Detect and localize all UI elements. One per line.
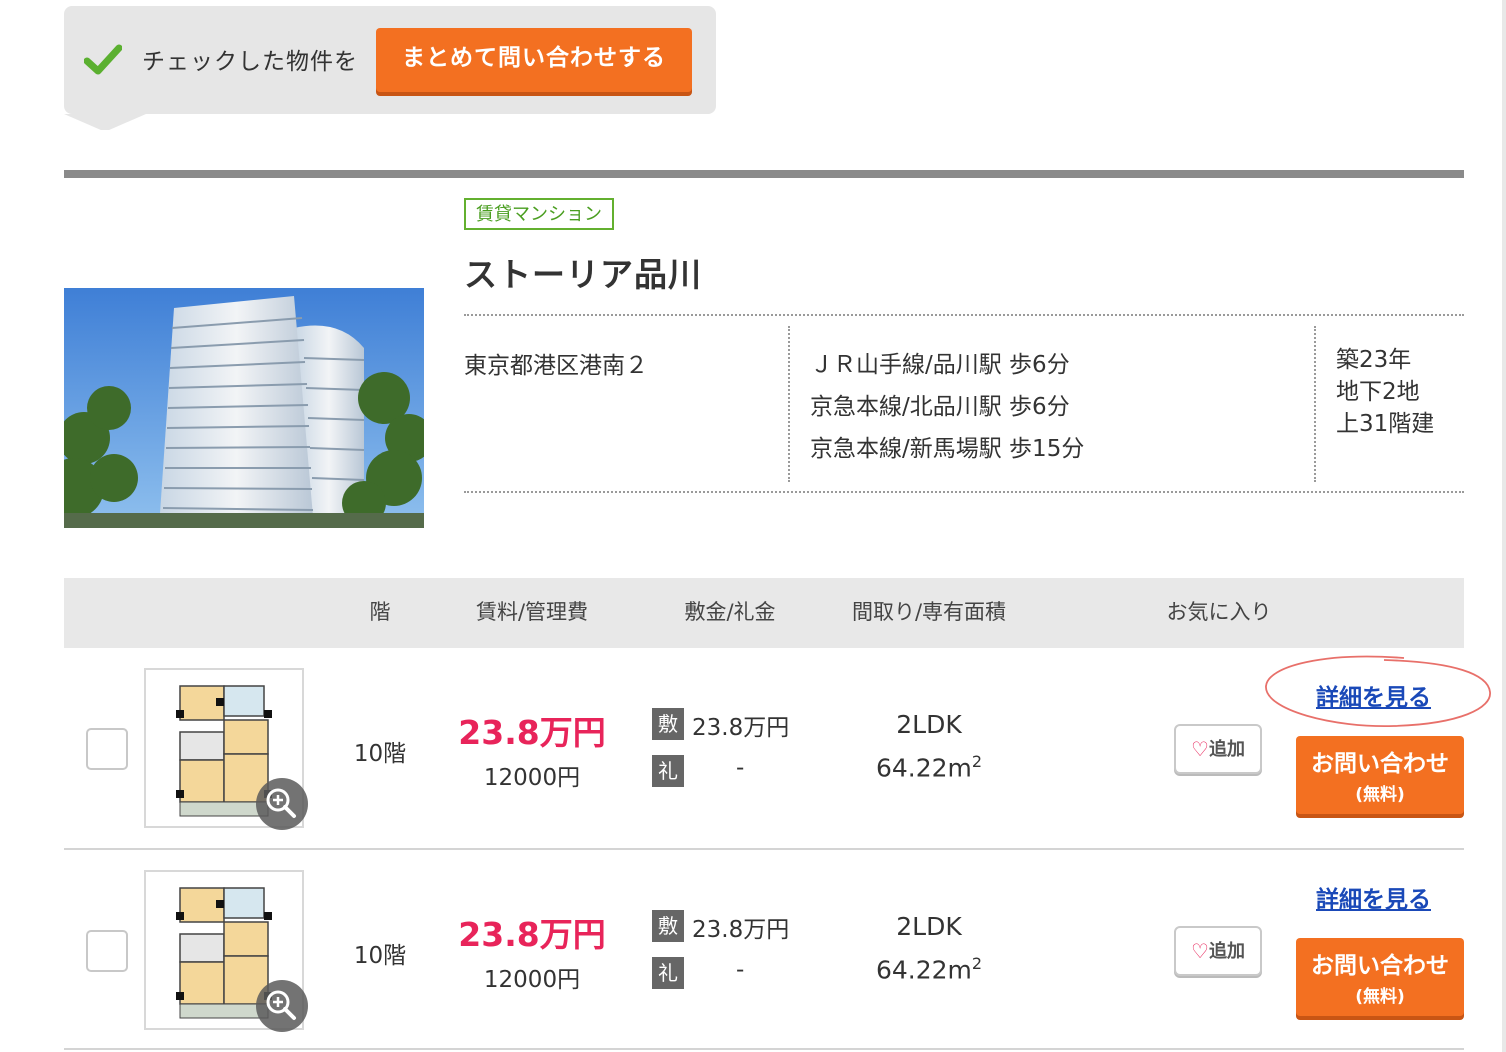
key-money-label: 礼 [652, 957, 684, 989]
deposit-value: 23.8万円 [692, 917, 790, 943]
contact-button-label: お問い合わせ [1311, 751, 1449, 777]
property-access: ＪＲ山手線/品川駅 歩6分 京急本線/北品川駅 歩6分 京急本線/新馬場駅 歩1… [810, 344, 1084, 470]
room-floor: 10階 [353, 943, 407, 969]
building-info: 築23年 地下2地 上31階建 [1336, 344, 1434, 440]
deposit-label: 敷 [652, 708, 684, 740]
row-divider [64, 1048, 1464, 1050]
scrollbar-track[interactable] [1502, 0, 1506, 1052]
checkmark-icon [84, 44, 122, 75]
deposit-value: 23.8万円 [692, 715, 790, 741]
room-floor: 10階 [353, 741, 407, 767]
section-divider [64, 170, 1464, 178]
key-money-value: - [736, 755, 745, 781]
room-row: 10階 23.8万円 12000円 敷 23.8万円 礼 - 2LDK 64.2… [64, 850, 1464, 1050]
room-rent: 23.8万円 [458, 713, 606, 752]
area-unit-sup: 2 [971, 954, 983, 973]
info-bottom-divider [464, 491, 1464, 493]
bulk-inquiry-button[interactable]: まとめて問い合わせする [376, 28, 692, 92]
add-favorite-label: 追加 [1208, 739, 1245, 760]
property-name[interactable]: ストーリア品川 [464, 248, 702, 296]
room-checkbox[interactable] [86, 930, 128, 972]
building-photo-image [64, 288, 424, 528]
annotation-circle [1265, 655, 1491, 728]
header-favorite: お気に入り [1166, 600, 1272, 624]
key-money-value: - [736, 957, 745, 983]
room-area: 64.22m2 [854, 752, 1004, 782]
heart-icon: ♡ [1191, 737, 1209, 761]
contact-button[interactable]: お問い合わせ (無料) [1296, 736, 1464, 814]
area-unit-sup: 2 [971, 752, 983, 771]
bulk-inquiry-label: チェックした物件を [142, 49, 358, 75]
contact-button-sublabel: (無料) [1355, 987, 1405, 1007]
header-layout: 間取り/専有面積 [851, 600, 1007, 624]
header-floor: 階 [369, 600, 391, 624]
bulk-inquiry-bar: チェックした物件を まとめて問い合わせする [64, 6, 716, 130]
building-floors: 地下2地 [1336, 379, 1420, 405]
room-layout: 2LDK [896, 710, 962, 739]
building-floors: 上31階建 [1336, 411, 1435, 437]
room-management-fee: 12000円 [483, 967, 581, 993]
property-type-badge: 賃貸マンション [464, 198, 614, 230]
heart-icon: ♡ [1191, 939, 1209, 963]
access-line: 京急本線/北品川駅 歩6分 [810, 394, 1070, 420]
room-table-header: 階 賃料/管理費 敷金/礼金 間取り/専有面積 お気に入り [64, 578, 1464, 648]
header-deposit: 敷金/礼金 [684, 600, 776, 624]
info-top-divider [464, 314, 1464, 316]
contact-button-label: お問い合わせ [1311, 953, 1449, 979]
area-value: 64.22m [875, 955, 972, 985]
zoom-icon[interactable] [256, 778, 308, 830]
access-line: ＪＲ山手線/品川駅 歩6分 [810, 352, 1070, 378]
room-rent: 23.8万円 [458, 915, 606, 954]
property-photo[interactable] [64, 288, 424, 528]
room-management-fee: 12000円 [483, 765, 581, 791]
add-favorite-button[interactable]: ♡追加 [1174, 926, 1262, 976]
access-line: 京急本線/新馬場駅 歩15分 [810, 436, 1085, 462]
add-favorite-label: 追加 [1208, 941, 1245, 962]
building-age: 築23年 [1336, 347, 1412, 373]
property-address: 東京都港区港南２ [464, 353, 648, 379]
add-favorite-button[interactable]: ♡追加 [1174, 724, 1262, 774]
room-checkbox[interactable] [86, 728, 128, 770]
zoom-icon[interactable] [256, 980, 308, 1032]
key-money-label: 礼 [652, 755, 684, 787]
area-value: 64.22m [875, 753, 972, 783]
room-layout: 2LDK [896, 912, 962, 941]
view-details-link[interactable]: 詳細を見る [1316, 880, 1431, 914]
info-column-divider [788, 326, 790, 482]
deposit-label: 敷 [652, 910, 684, 942]
room-row: 10階 23.8万円 12000円 敷 23.8万円 礼 - 2LDK 64.2… [64, 648, 1464, 848]
header-rent: 賃料/管理費 [475, 600, 589, 624]
speech-tail [64, 114, 146, 130]
info-column-divider [1314, 326, 1316, 482]
contact-button[interactable]: お問い合わせ (無料) [1296, 938, 1464, 1016]
contact-button-sublabel: (無料) [1355, 785, 1405, 805]
room-area: 64.22m2 [854, 954, 1004, 984]
